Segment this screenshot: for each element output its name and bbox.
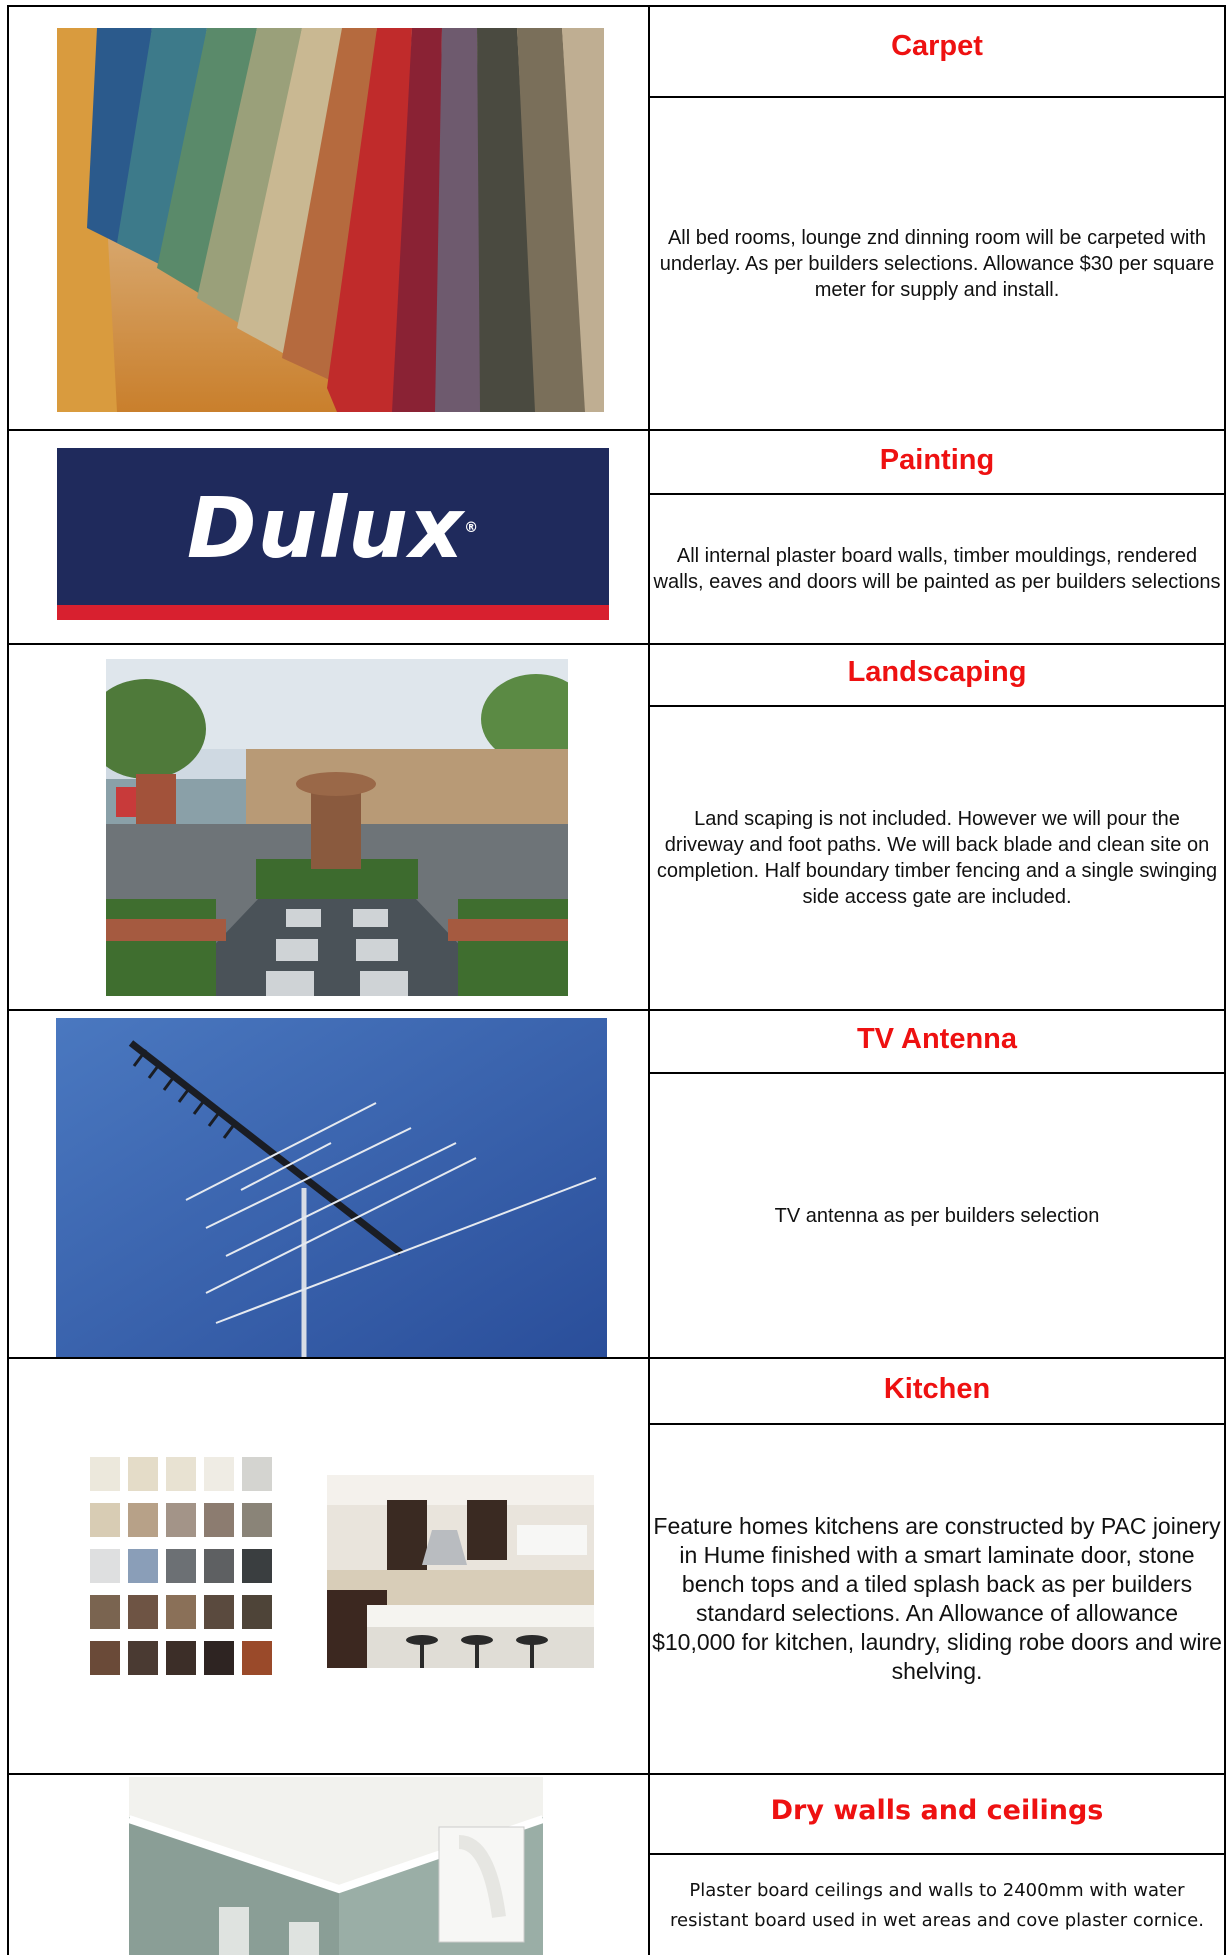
row-title-dry-walls: Dry walls and ceilings bbox=[770, 1795, 1104, 1826]
title-divider bbox=[648, 1853, 1226, 1855]
row-title-carpet: Carpet bbox=[891, 30, 983, 62]
row-description-tv-antenna: TV antenna as per builders selection bbox=[774, 1204, 1100, 1227]
row-description-dry-walls: Plaster board ceilings and walls to 2400… bbox=[670, 1880, 1204, 1931]
row-title-tv-antenna: TV Antenna bbox=[856, 1023, 1018, 1055]
row-title-painting: Painting bbox=[879, 444, 995, 476]
table-border-left bbox=[7, 6, 9, 1955]
row-divider bbox=[7, 1009, 1226, 1011]
table-column-divider bbox=[648, 6, 650, 1955]
dulux-logo-text: Dulux® bbox=[57, 478, 609, 578]
row-divider bbox=[7, 1773, 1226, 1775]
dulux-logo: Dulux® bbox=[57, 448, 609, 620]
dulux-wordmark: Dulux bbox=[186, 479, 465, 577]
row-description-kitchen: Feature homes kitchens are constructed b… bbox=[652, 1513, 1222, 1684]
landscaped-garden-image bbox=[106, 659, 568, 996]
carpet-swatches-image bbox=[57, 28, 604, 412]
row-divider bbox=[7, 1357, 1226, 1359]
row-description-landscaping: Land scaping is not included. However we… bbox=[656, 808, 1218, 908]
ceiling-cornice-image bbox=[129, 1777, 543, 1955]
registered-mark: ® bbox=[464, 520, 480, 536]
row-description-carpet: All bed rooms, lounge znd dinning room w… bbox=[659, 226, 1215, 301]
laminate-swatches-image bbox=[86, 1455, 274, 1689]
row-title-landscaping: Landscaping bbox=[847, 656, 1027, 688]
row-divider bbox=[7, 643, 1226, 645]
tv-antenna-image bbox=[56, 1018, 607, 1357]
inclusions-table: Carpet All bed rooms, lounge znd dinning… bbox=[0, 0, 1226, 1955]
modern-kitchen-image bbox=[327, 1475, 594, 1668]
row-description-painting: All internal plaster board walls, timber… bbox=[653, 545, 1221, 593]
row-title-kitchen: Kitchen bbox=[883, 1373, 991, 1405]
table-border-top bbox=[7, 5, 1226, 7]
row-divider bbox=[7, 429, 1226, 431]
